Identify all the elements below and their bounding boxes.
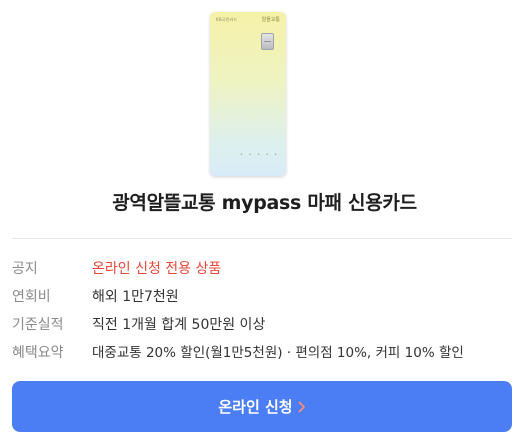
info-label: 연회비 [12,289,51,305]
info-value: 직전 1개월 합계 50만원 이상 [92,317,266,333]
card-brand-logo: KB국민카드 [216,17,238,22]
info-label: 혜택요약 [12,345,64,361]
credit-card-image: KB국민카드 알뜰교통 • • • • • [210,12,286,176]
info-value: 해외 1만7천원 [92,289,179,305]
apply-online-label: 온라인 신청 [218,398,293,416]
card-number-dots: • • • • • [240,152,280,158]
card-title: 광역알뜰교통 mypass 마패 신용카드 [112,192,417,214]
card-detail-page: KB국민카드 알뜰교통 • • • • • 광역알뜰교통 mypass 마패 신… [0,0,529,438]
card-chip-icon [261,33,274,50]
chevron-right-icon [298,401,305,412]
info-label: 기준실적 [12,317,64,333]
info-label: 공지 [12,261,38,277]
info-value: 온라인 신청 전용 상품 [92,261,222,277]
divider [12,238,512,239]
info-value: 대중교통 20% 할인(월1만5천원) · 편의점 10%, 커피 10% 할인 [92,345,464,361]
apply-online-button[interactable]: 온라인 신청 [12,381,512,432]
card-mark-logo: 알뜰교통 [261,17,280,23]
